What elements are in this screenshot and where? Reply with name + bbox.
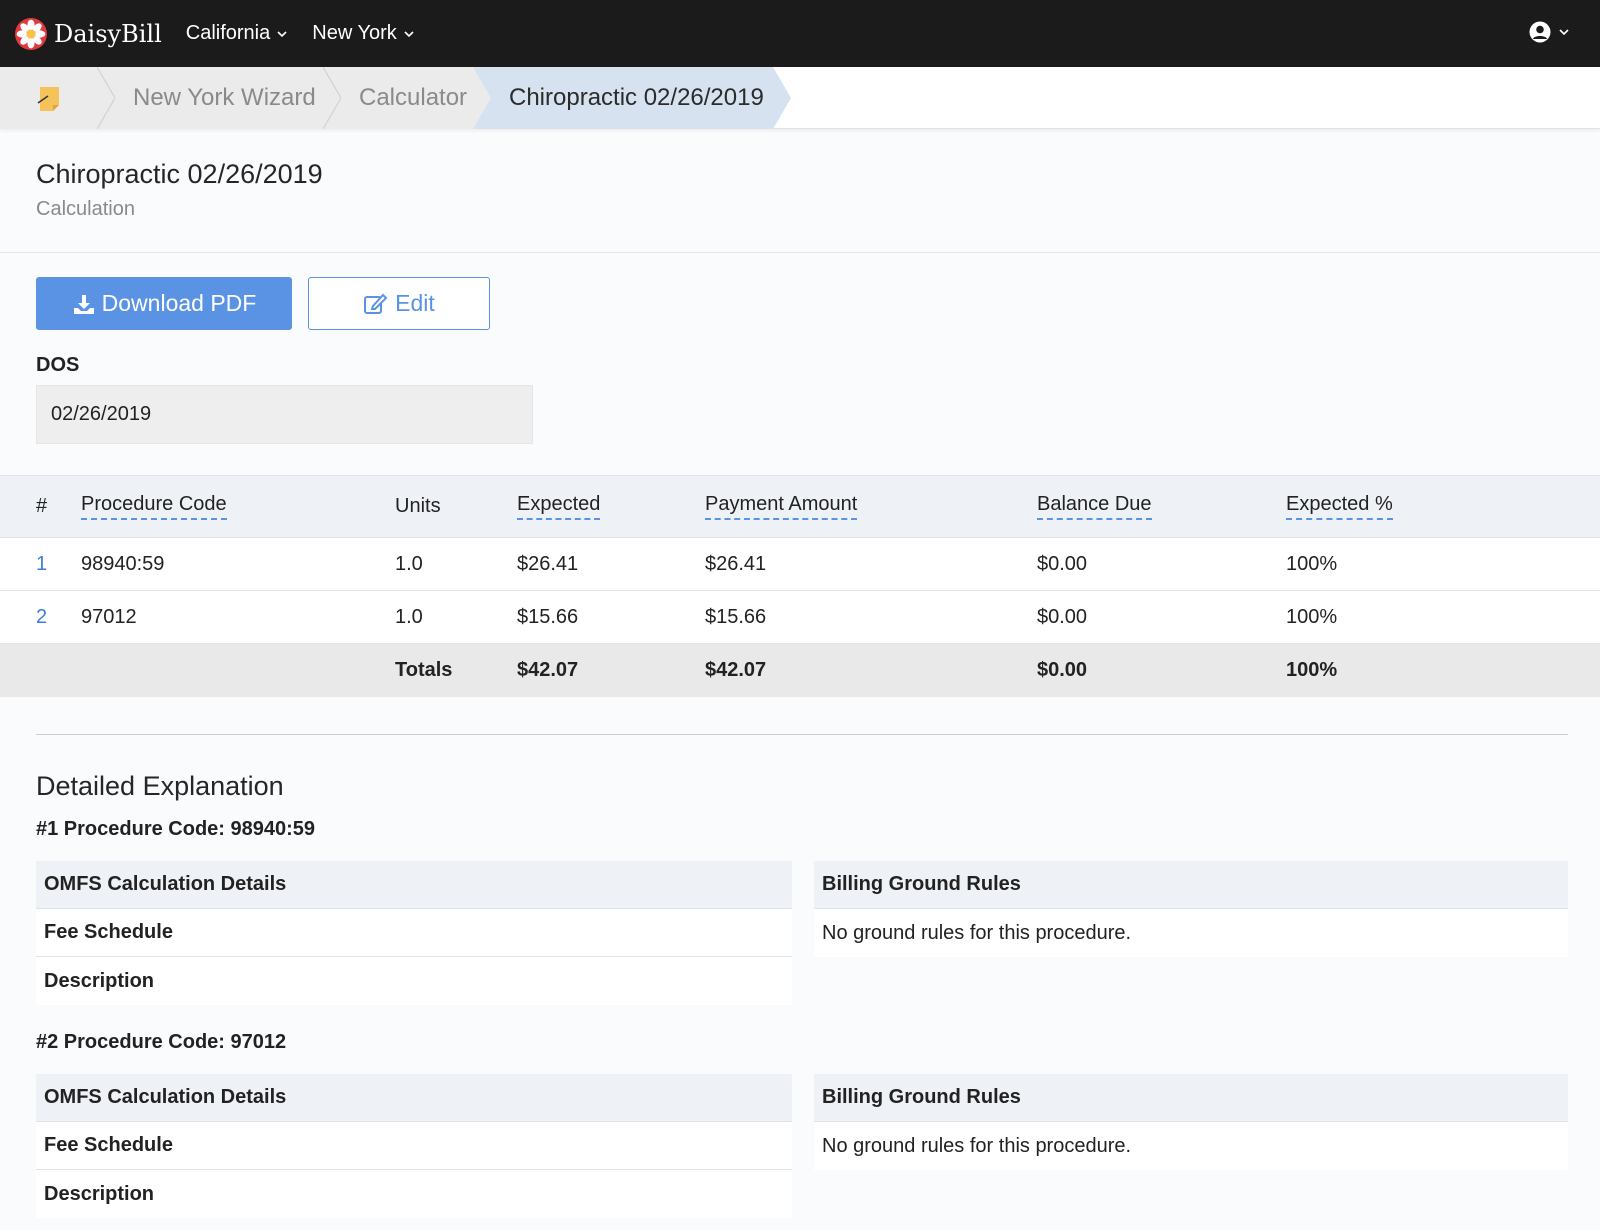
row-number-link[interactable]: 1 [36,553,47,576]
table-header: # Procedure Code Units Expected Payment … [0,475,1600,538]
totals-label: Totals [395,659,453,681]
cell-procedure-code: 98940:59 [81,553,165,575]
breadcrumb: New York Wizard Calculator Chiropractic … [0,67,1600,129]
dos-value: 02/26/2019 [51,403,152,425]
omfs-details-panel: OMFS Calculation Details Fee Schedule De… [36,861,792,1005]
breadcrumb-new-york-wizard[interactable]: New York Wizard [97,67,341,129]
omfs-details-panel: OMFS Calculation Details Fee Schedule De… [36,1074,792,1218]
brand-link[interactable]: DaisyBill [14,17,162,51]
user-menu-dropdown[interactable] [1528,20,1570,44]
cell-balance-due: $0.00 [1037,606,1088,628]
total-balance-due: $0.00 [1037,659,1088,681]
billing-rules-panel: Billing Ground Rules No ground rules for… [814,861,1568,957]
cell-expected-percent: 100% [1286,606,1338,628]
col-balance-due[interactable]: Balance Due [1037,493,1152,520]
user-circle-icon [1529,21,1551,43]
billing-rules-text: No ground rules for this procedure. [822,1134,1132,1157]
procedure-2-title: #2 Procedure Code: 97012 [36,1031,287,1053]
cell-procedure-code: 97012 [81,606,137,628]
table-row: 1 98940:59 1.0 $26.41 $26.41 $0.00 100% [0,538,1600,591]
breadcrumb-label: Chiropractic 02/26/2019 [509,84,764,111]
nav-california-dropdown[interactable]: California [186,22,288,45]
col-expected[interactable]: Expected [517,493,601,520]
daisy-logo-icon [15,17,47,50]
edit-label: Edit [395,290,435,316]
breadcrumb-label: Calculator [359,84,468,111]
cell-payment-amount: $26.41 [705,553,767,575]
chevron-down-icon [277,30,287,37]
cell-units: 1.0 [395,553,423,575]
top-navbar: DaisyBill California New York [0,0,1600,67]
page-title: Chiropractic 02/26/2019 [36,159,323,189]
chevron-down-icon [1559,29,1569,36]
fee-schedule-label: Fee Schedule [36,1122,792,1170]
cell-expected: $15.66 [517,606,579,628]
dos-field: 02/26/2019 [36,385,533,444]
cell-expected-percent: 100% [1286,553,1338,575]
col-units: Units [395,495,441,517]
col-number: # [36,495,48,517]
edit-button[interactable]: Edit [308,277,490,330]
table-row: 2 97012 1.0 $15.66 $15.66 $0.00 100% [0,591,1600,644]
cell-payment-amount: $15.66 [705,606,767,628]
col-procedure-code[interactable]: Procedure Code [81,493,227,520]
procedure-2-panels: OMFS Calculation Details Fee Schedule De… [36,1074,1568,1218]
dos-label: DOS [36,354,80,376]
fee-schedule-label: Fee Schedule [36,909,792,957]
description-label: Description [44,1182,155,1205]
breadcrumb-home[interactable] [0,67,115,129]
nav-item-label: New York [312,22,397,44]
page-subtitle: Calculation [36,198,135,220]
billing-rules-text: No ground rules for this procedure. [822,921,1132,944]
procedure-1-panels: OMFS Calculation Details Fee Schedule De… [36,861,1568,1005]
col-expected-percent[interactable]: Expected % [1286,493,1393,520]
cell-expected: $26.41 [517,553,579,575]
total-expected: $42.07 [517,659,579,681]
results-table: # Procedure Code Units Expected Payment … [0,475,1600,697]
page-header: Chiropractic 02/26/2019 Calculation [0,129,1600,253]
nav-new-york-dropdown[interactable]: New York [312,22,415,45]
billing-rules-panel: Billing Ground Rules No ground rules for… [814,1074,1568,1170]
total-payment-amount: $42.07 [705,659,767,681]
omfs-details-heading: OMFS Calculation Details [36,1074,792,1122]
cell-units: 1.0 [395,606,423,628]
billing-rules-heading: Billing Ground Rules [814,1074,1568,1122]
chevron-down-icon [404,30,414,37]
breadcrumb-current: Chiropractic 02/26/2019 [473,67,791,129]
total-expected-percent: 100% [1286,659,1338,681]
billing-rules-heading: Billing Ground Rules [814,861,1568,909]
breadcrumb-calculator[interactable]: Calculator [323,67,491,129]
row-number-link[interactable]: 2 [36,606,47,629]
download-pdf-button[interactable]: Download PDF [36,277,292,330]
col-payment-amount[interactable]: Payment Amount [705,493,858,520]
omfs-details-heading: OMFS Calculation Details [36,861,792,909]
procedure-1-title: #1 Procedure Code: 98940:59 [36,818,316,840]
description-label: Description [44,969,155,992]
cell-balance-due: $0.00 [1037,553,1088,575]
breadcrumb-label: New York Wizard [133,84,316,111]
edit-icon [364,293,388,314]
detailed-explanation-title: Detailed Explanation [36,771,284,801]
download-pdf-label: Download PDF [101,290,257,316]
action-bar: Download PDF Edit [0,253,1600,330]
brand-name: DaisyBill [54,19,162,48]
table-totals-row: Totals $42.07 $42.07 $0.00 100% [0,644,1600,697]
download-icon [73,294,94,314]
sticky-note-icon [37,87,59,111]
nav-item-label: California [185,22,271,44]
